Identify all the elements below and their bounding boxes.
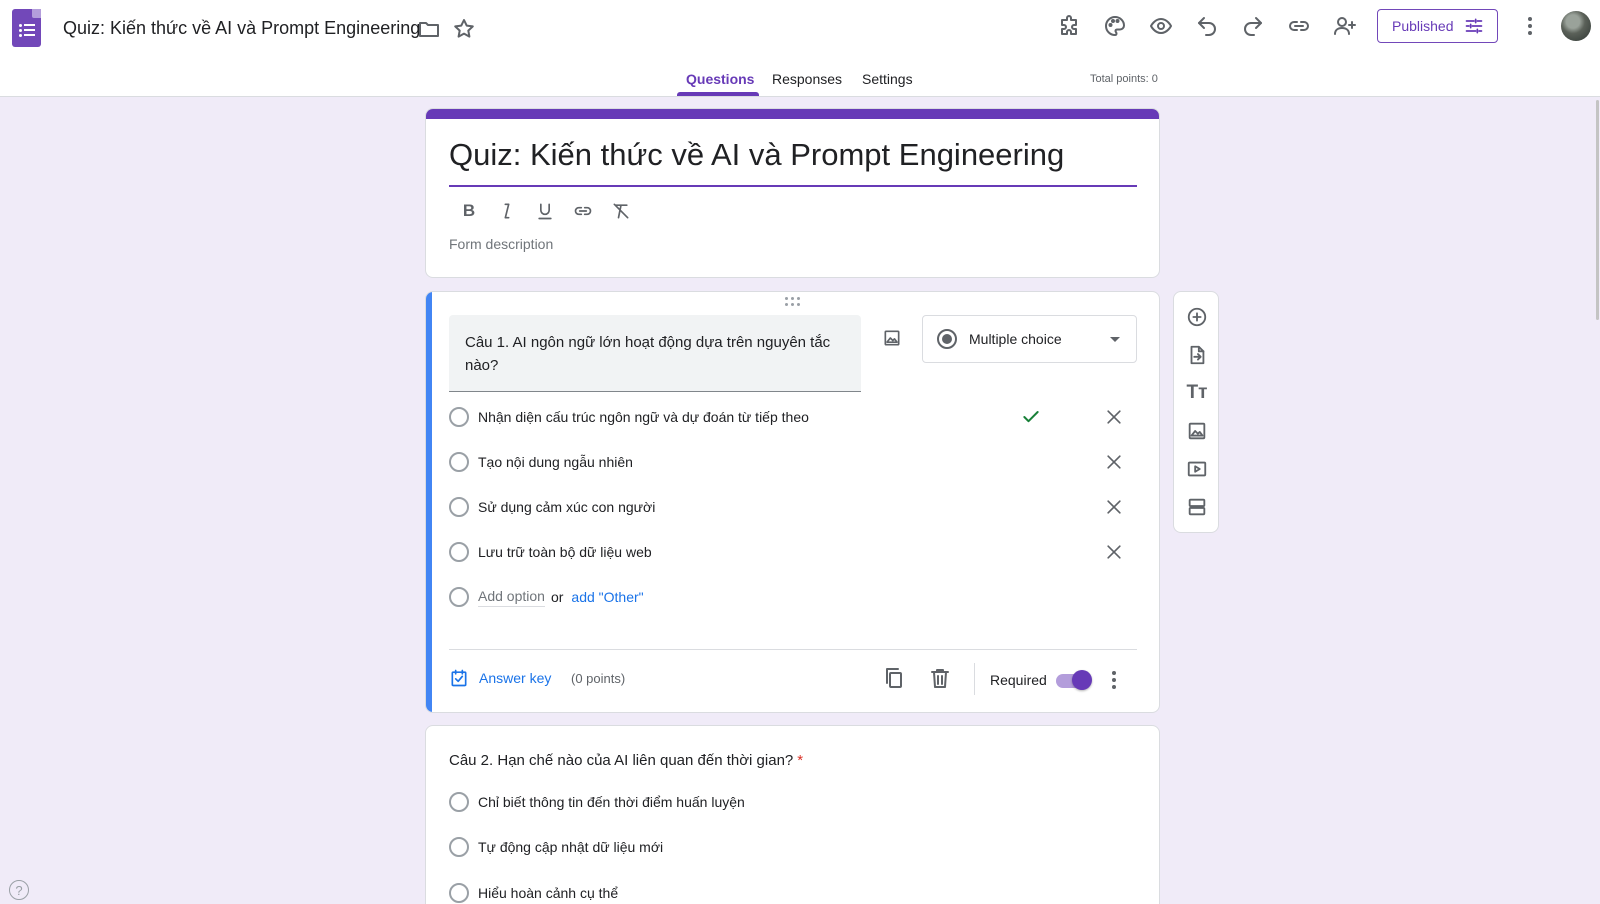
- drag-handle-icon[interactable]: [785, 297, 803, 307]
- remove-option-icon[interactable]: [1104, 452, 1124, 472]
- format-toolbar: B: [456, 198, 634, 224]
- option-label: Tự động cập nhật dữ liệu mới: [478, 839, 664, 855]
- tab-settings[interactable]: Settings: [862, 71, 913, 87]
- option-radio[interactable]: [449, 542, 469, 562]
- footer-separator: [974, 663, 975, 695]
- option-row: Tự động cập nhật dữ liệu mới: [449, 832, 1139, 862]
- underline-icon[interactable]: [532, 198, 558, 224]
- delete-icon[interactable]: [928, 666, 952, 690]
- link-icon[interactable]: [1281, 8, 1317, 44]
- option-label[interactable]: Tạo nội dung ngẫu nhiên: [478, 454, 633, 470]
- required-asterisk: *: [797, 752, 804, 769]
- form-title-card: Quiz: Kiến thức về AI và Prompt Engineer…: [425, 108, 1160, 278]
- option-label[interactable]: Sử dụng cảm xúc con người: [478, 499, 655, 515]
- question-title: Câu 2. Hạn chế nào của AI liên quan đến …: [449, 752, 803, 769]
- duplicate-icon[interactable]: [882, 666, 906, 690]
- top-header: Quiz: Kiến thức về AI và Prompt Engineer…: [0, 0, 1600, 97]
- add-image-icon[interactable]: [1185, 419, 1209, 443]
- star-icon[interactable]: [446, 11, 482, 47]
- published-button[interactable]: Published: [1377, 9, 1498, 43]
- published-label: Published: [1392, 18, 1454, 34]
- option-radio[interactable]: [449, 407, 469, 427]
- remove-option-icon[interactable]: [1104, 497, 1124, 517]
- insert-link-icon[interactable]: [570, 198, 596, 224]
- option-label[interactable]: Nhận diện cấu trúc ngôn ngữ và dự đoán t…: [478, 409, 809, 425]
- folder-icon[interactable]: [411, 11, 447, 47]
- answer-key-button[interactable]: Answer key: [449, 668, 551, 688]
- option-row: Lưu trữ toàn bộ dữ liệu web: [449, 537, 1139, 567]
- more-vert-icon[interactable]: [1112, 671, 1116, 689]
- active-tab-indicator: [677, 92, 759, 96]
- points-label: (0 points): [571, 671, 626, 686]
- add-question-icon[interactable]: [1185, 305, 1209, 329]
- answer-key-label: Answer key: [479, 670, 552, 686]
- add-image-icon[interactable]: [878, 324, 906, 352]
- form-title-input[interactable]: Quiz: Kiến thức về AI và Prompt Engineer…: [449, 137, 1064, 173]
- clear-formatting-icon[interactable]: [608, 198, 634, 224]
- option-row: Nhận diện cấu trúc ngôn ngữ và dự đoán t…: [449, 402, 1139, 432]
- option-row: Sử dụng cảm xúc con người: [449, 492, 1139, 522]
- add-option-input[interactable]: Add option: [478, 588, 545, 607]
- import-questions-icon[interactable]: [1185, 343, 1209, 367]
- option-radio: [449, 587, 469, 607]
- forms-logo-icon[interactable]: [12, 9, 41, 47]
- correct-check-icon: [1023, 411, 1039, 423]
- settings-sliders-icon: [1465, 18, 1482, 34]
- option-row: Chỉ biết thông tin đến thời điểm huấn lu…: [449, 787, 1139, 817]
- title-underline: [449, 185, 1137, 187]
- remove-option-icon[interactable]: [1104, 542, 1124, 562]
- italic-icon[interactable]: [494, 198, 520, 224]
- theme-band: [426, 109, 1159, 119]
- option-row: Hiểu hoàn cảnh cụ thể: [449, 878, 1139, 904]
- redo-icon[interactable]: [1235, 8, 1271, 44]
- remove-option-icon[interactable]: [1104, 407, 1124, 427]
- tab-responses[interactable]: Responses: [772, 71, 842, 87]
- add-option-row: Add option or add "Other": [449, 582, 1139, 612]
- option-label: Hiểu hoàn cảnh cụ thể: [478, 885, 619, 901]
- or-label: or: [550, 589, 564, 605]
- palette-icon[interactable]: [1097, 8, 1133, 44]
- avatar[interactable]: [1561, 11, 1591, 41]
- tab-questions[interactable]: Questions: [686, 71, 754, 87]
- option-label: Chỉ biết thông tin đến thời điểm huấn lu…: [478, 794, 745, 810]
- question-type-select[interactable]: Multiple choice: [922, 315, 1137, 363]
- total-points: Total points: 0: [1090, 73, 1158, 85]
- active-card-indicator: [426, 292, 432, 712]
- bold-icon[interactable]: B: [456, 198, 482, 224]
- option-row: Tạo nội dung ngẫu nhiên: [449, 447, 1139, 477]
- help-icon[interactable]: ?: [9, 880, 29, 900]
- add-title-icon[interactable]: Tт: [1185, 381, 1209, 405]
- option-radio[interactable]: [449, 792, 469, 812]
- add-collaborator-icon[interactable]: [1327, 8, 1363, 44]
- side-toolbar: Tт: [1173, 291, 1219, 533]
- question-type-label: Multiple choice: [969, 331, 1062, 347]
- add-section-icon[interactable]: [1185, 495, 1209, 519]
- option-radio[interactable]: [449, 837, 469, 857]
- addons-icon[interactable]: [1051, 8, 1087, 44]
- undo-icon[interactable]: [1189, 8, 1225, 44]
- answer-key-icon: [451, 669, 467, 687]
- required-toggle[interactable]: [1056, 670, 1092, 690]
- add-other-link[interactable]: add "Other": [571, 589, 643, 605]
- more-vert-icon[interactable]: [1528, 17, 1532, 35]
- option-label[interactable]: Lưu trữ toàn bộ dữ liệu web: [478, 544, 652, 560]
- option-radio[interactable]: [449, 883, 469, 903]
- document-title[interactable]: Quiz: Kiến thức về AI và Prompt Engineer…: [63, 18, 420, 39]
- required-label: Required: [990, 672, 1047, 688]
- toggle-knob: [1072, 670, 1092, 690]
- chevron-down-icon: [1110, 337, 1120, 342]
- question-title-input[interactable]: Câu 1. AI ngôn ngữ lớn hoạt động dựa trê…: [449, 315, 861, 392]
- add-video-icon[interactable]: [1185, 457, 1209, 481]
- divider: [449, 649, 1137, 650]
- question-text: Câu 2. Hạn chế nào của AI liên quan đến …: [449, 752, 794, 769]
- question-card-1[interactable]: Câu 1. AI ngôn ngữ lớn hoạt động dựa trê…: [425, 291, 1160, 713]
- option-radio[interactable]: [449, 452, 469, 472]
- form-description-input[interactable]: Form description: [449, 236, 553, 252]
- tab-bar: Questions Responses Settings Total point…: [0, 63, 1600, 97]
- preview-icon[interactable]: [1143, 8, 1179, 44]
- question-card-2[interactable]: Câu 2. Hạn chế nào của AI liên quan đến …: [425, 725, 1160, 904]
- radio-button-icon: [937, 329, 957, 349]
- option-radio[interactable]: [449, 497, 469, 517]
- scrollbar-thumb[interactable]: [1596, 100, 1599, 320]
